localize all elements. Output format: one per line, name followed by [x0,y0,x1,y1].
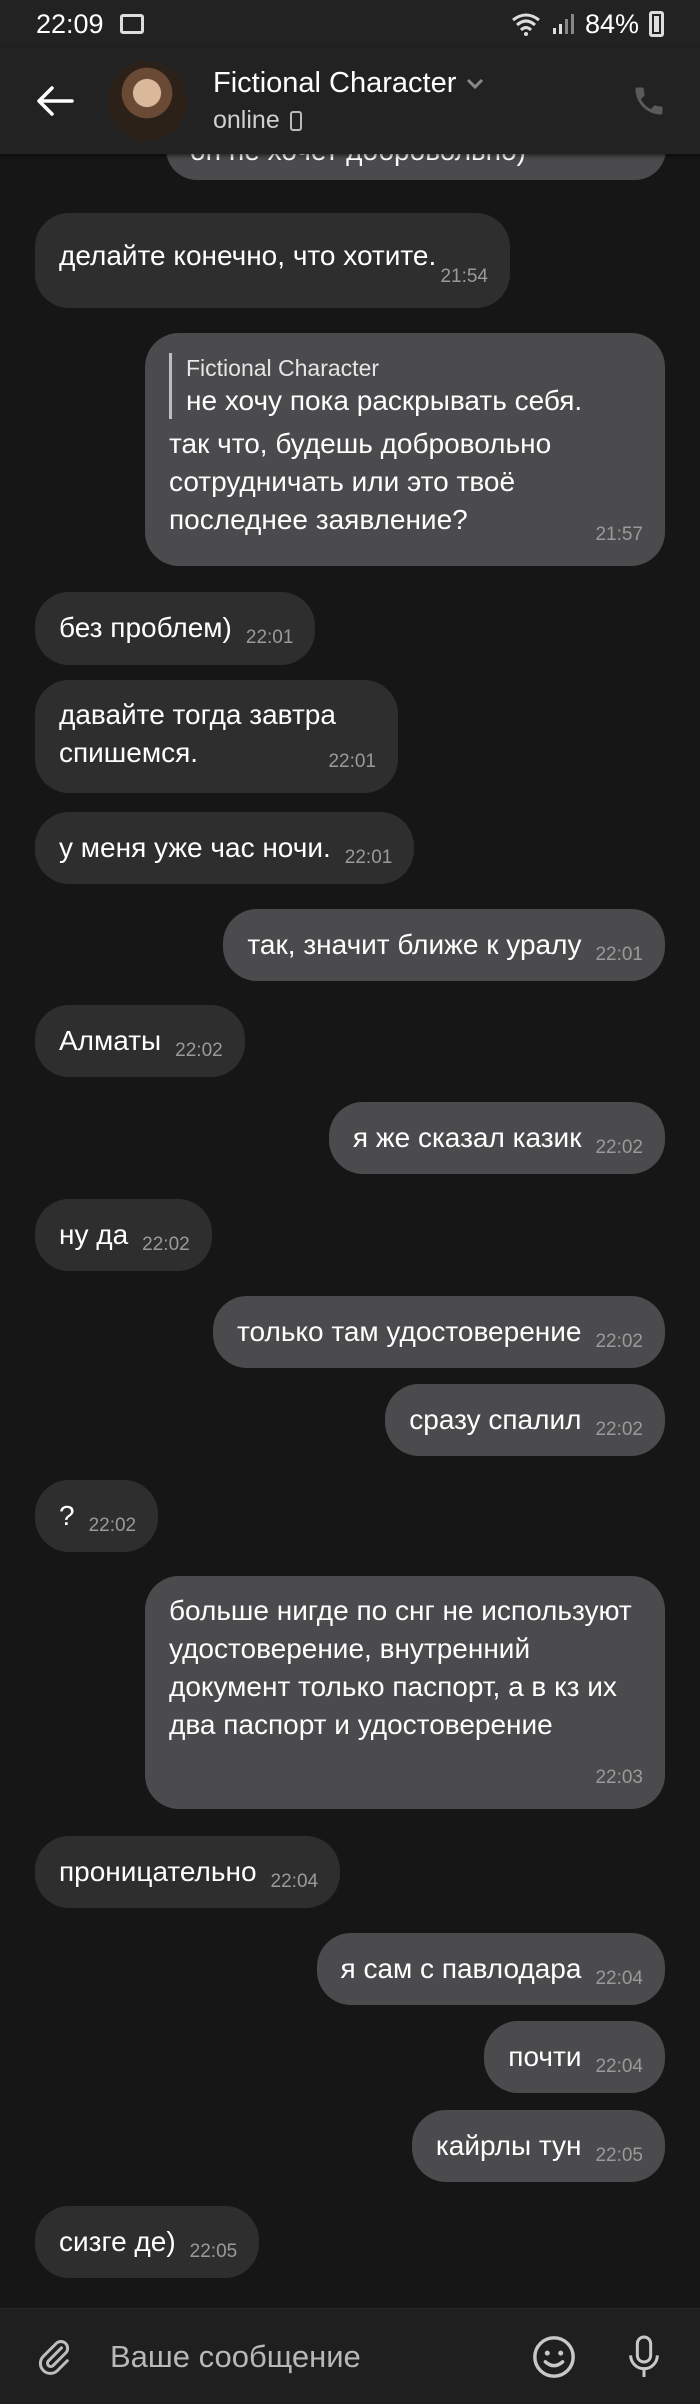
message-time: 22:04 [270,1871,319,1892]
message-time: 22:04 [595,2056,643,2077]
message-bubble[interactable]: проницательно 22:04 [35,1836,341,1908]
message-text: у меня уже час ночи. [59,832,331,863]
message-bubble[interactable]: у меня уже час ночи. 22:01 [35,812,415,884]
quote-text: не хочу пока раскрывать себя. [186,385,583,416]
message-time: 22:03 [595,1767,643,1788]
voice-message-button[interactable] [614,2327,674,2387]
message-text: я сам с павлодара [340,1953,582,1984]
contact-status-row: online [213,106,484,135]
message-bubble[interactable]: ну да 22:02 [35,1199,212,1271]
smiley-icon [533,2335,575,2378]
message-time: 22:02 [142,1234,190,1255]
status-bar: 22:09 84% [0,0,700,48]
message-time: 22:05 [189,2241,238,2262]
message-input[interactable] [110,2338,524,2375]
message-text: кайрлы тун [435,2130,582,2161]
message-time: 22:02 [595,1137,643,1158]
call-button[interactable] [624,76,674,126]
message-time: 21:57 [595,524,643,545]
message-text: сизге де) [59,2226,176,2257]
message-time: 22:02 [595,1419,643,1440]
message-bubble[interactable]: сразу спалил 22:02 [385,1384,665,1456]
message-bubble[interactable]: ? 22:02 [35,1480,159,1552]
chat-header: Fictional Character online [0,48,700,154]
message-time: 22:04 [595,1968,643,1989]
message-text: делайте конечно, что хотите. [59,240,437,271]
message-bubble[interactable]: так, значит ближе к уралу 22:01 [223,909,665,981]
message-bubble[interactable]: сизге де) 22:05 [35,2206,260,2278]
message-text: ну да [59,1219,129,1250]
gallery-notification-icon [119,14,144,34]
message-bubble[interactable]: без проблем) 22:01 [35,592,316,665]
message-text: проницательно [59,1856,257,1887]
message-time: 22:01 [344,847,393,868]
message-composer [0,2308,700,2404]
mobile-device-icon [289,110,302,131]
status-time: 22:09 [36,8,104,39]
message-time: 22:01 [245,627,294,648]
message-time: 22:05 [595,2145,643,2166]
phone-icon [635,87,663,115]
message-time: 22:01 [328,751,376,772]
message-bubble[interactable]: кайрлы тун 22:05 [411,2110,665,2182]
contact-status: online [213,106,280,134]
message-bubble[interactable]: Алматы 22:02 [35,1005,245,1077]
message-time: 21:54 [440,266,488,287]
message-text: я же сказал казик [352,1122,582,1153]
battery-level: 84% [584,8,639,39]
message-bubble[interactable]: давайте тогда завтра спишемся. 22:01 [35,680,398,793]
message-text: сразу спалил [409,1404,582,1435]
battery-icon [649,11,664,37]
message-bubble[interactable]: делайте конечно, что хотите. 21:54 [35,213,510,308]
message-bubble[interactable]: только там удостоверение 22:02 [213,1296,665,1368]
message-time: 22:01 [595,944,643,965]
microphone-icon [629,2335,659,2377]
message-bubble[interactable]: я же сказал казик 22:02 [328,1102,665,1174]
back-button[interactable] [25,71,85,131]
message-bubble[interactable]: больше нигде по снг не используют удосто… [145,1576,665,1809]
message-text: Алматы [59,1025,162,1056]
status-right: 84% [511,9,664,40]
arrow-left-icon [37,86,74,116]
message-time: 22:02 [175,1040,223,1061]
paperclip-icon [38,2339,70,2375]
message-text: без проблем) [59,612,232,643]
message-text: почти [508,2041,582,2072]
chevron-down-icon [467,78,484,89]
message-time: 22:02 [88,1515,137,1536]
contact-name: Fictional Character [213,67,457,99]
message-bubble[interactable]: Fictional Character не хочу пока раскрыв… [145,333,665,566]
wifi-icon [512,13,540,36]
message-text: ? [59,1500,75,1531]
message-bubble[interactable]: почти 22:04 [484,2021,665,2093]
emoji-button[interactable] [524,2327,584,2387]
contact-name-row: Fictional Character [213,67,484,100]
signal-icon [552,14,574,34]
message-bubble[interactable]: я сам с павлодара 22:04 [316,1933,665,2005]
message-text: так, значит ближе к уралу [247,929,582,960]
quote-author: Fictional Character [186,355,380,381]
message-text: только там удостоверение [237,1316,582,1347]
message-text: больше нигде по снг не используют удосто… [169,1595,632,1740]
attach-button[interactable] [24,2327,84,2387]
reply-quote[interactable]: Fictional Character не хочу пока раскрыв… [169,353,643,419]
message-time: 22:02 [595,1331,643,1352]
avatar[interactable] [107,61,187,141]
contact-info[interactable]: Fictional Character online [213,67,484,135]
message-text: так что, будешь добровольно сотрудничать… [169,428,552,535]
